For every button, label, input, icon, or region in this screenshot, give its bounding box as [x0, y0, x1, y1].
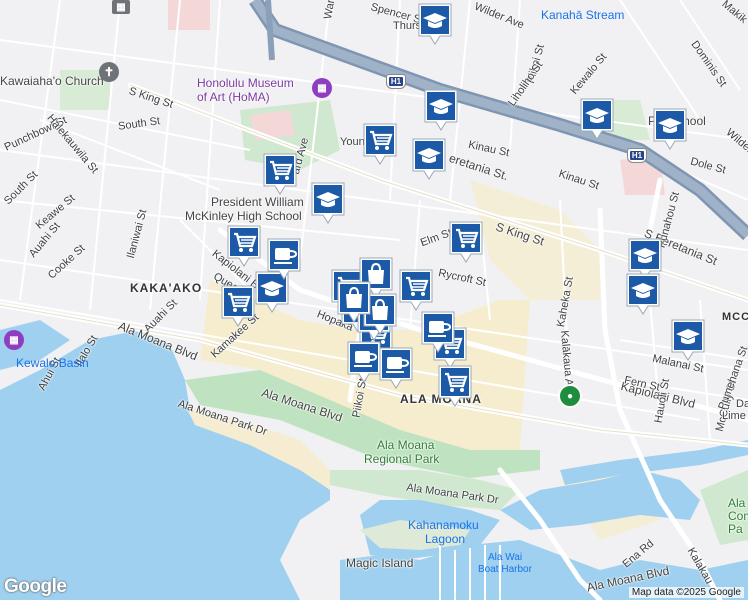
place-label-ala-wai-line1: Ala Wai — [488, 552, 523, 563]
marker-cafe[interactable] — [266, 237, 302, 281]
marker-cafe[interactable] — [346, 340, 382, 384]
marker-cart[interactable] — [226, 224, 262, 268]
bag-icon — [337, 281, 371, 323]
marker-cart[interactable] — [220, 284, 256, 328]
place-label-ala-moana-park-line1: Ala Moana — [377, 438, 435, 452]
place-label-mckinley-line1: President William — [211, 195, 304, 209]
marker-school[interactable] — [670, 318, 706, 362]
cafe-icon — [379, 347, 413, 389]
marker-cart[interactable] — [398, 268, 434, 312]
marker-school[interactable] — [579, 97, 615, 141]
school-icon — [418, 3, 452, 45]
place-label-kawaiahao-church: Kawaiaha'o Church — [0, 74, 104, 88]
marker-cart[interactable] — [448, 220, 484, 264]
highway-shield-h1-east: H1 — [627, 148, 647, 163]
marker-bag[interactable] — [336, 280, 372, 324]
school-icon — [626, 273, 660, 315]
street-label-da: Da — [736, 398, 748, 410]
cart-icon — [399, 269, 433, 311]
street-label-lime: Lime — [722, 410, 746, 422]
school-icon — [424, 89, 458, 131]
area-label-mccully: MCC - MC — [722, 311, 748, 323]
place-label-homa-line2: of Art (HoMA) — [197, 90, 270, 104]
place-label-magic-island: Magic Island — [346, 556, 414, 570]
cart-icon — [363, 123, 397, 165]
place-label-kewalo-basin: Kewalo Basin — [16, 356, 89, 370]
school-icon — [671, 319, 705, 361]
church-icon: ✝ — [99, 62, 119, 82]
school-icon — [412, 138, 446, 180]
cart-icon — [221, 285, 255, 327]
street-label-young: Youn — [340, 136, 365, 148]
cart-icon — [449, 221, 483, 263]
marker-cart[interactable] — [262, 152, 298, 196]
school-icon — [580, 98, 614, 140]
place-label-kanaha-stream: Kanahā Stream — [541, 8, 625, 22]
place-label-kahanamoku-line2: Lagoon — [425, 532, 466, 546]
marker-school[interactable] — [411, 137, 447, 181]
place-label-ala-wai-line2: Boat Harbor — [478, 564, 532, 575]
museum-icon-kewalo[interactable]: ▦ — [4, 330, 24, 350]
cafe-icon — [421, 311, 455, 353]
marker-school[interactable] — [652, 107, 688, 151]
marker-cafe[interactable] — [420, 310, 456, 354]
map-canvas[interactable]: KAKA'AKO ALA MOANA MCC - MC Ward Ave Spe… — [0, 0, 748, 600]
cafe-icon — [267, 238, 301, 280]
place-pin-icon[interactable]: ● — [558, 384, 582, 408]
marker-school[interactable] — [423, 88, 459, 132]
cart-icon — [263, 153, 297, 195]
place-label-ala-moana-comm: Ala Com Pa — [728, 496, 748, 536]
place-label-mckinley-line2: McKinley High School — [185, 209, 302, 223]
school-icon — [653, 108, 687, 150]
marker-school[interactable] — [625, 272, 661, 316]
area-label-kakaako: KAKA'AKO — [130, 281, 203, 295]
marker-cart[interactable] — [437, 364, 473, 408]
building-icon: ▦ — [112, 0, 130, 14]
cafe-icon — [347, 341, 381, 383]
highway-shield-h1: H1 — [386, 74, 406, 89]
cart-icon — [227, 225, 261, 267]
place-label-kahanamoku-line1: Kahanamoku — [408, 518, 479, 532]
marker-school[interactable] — [417, 2, 453, 46]
marker-school[interactable] — [310, 181, 346, 225]
place-label-ala-moana-park-line2: Regional Park — [364, 452, 440, 466]
museum-icon[interactable]: ▦ — [312, 78, 332, 98]
map-attribution: Map data ©2025 Google — [628, 587, 744, 598]
google-logo: Google — [4, 576, 67, 597]
marker-cafe[interactable] — [378, 346, 414, 390]
marker-cart[interactable] — [362, 122, 398, 166]
place-label-homa-line1: Honolulu Museum — [197, 76, 294, 90]
cart-icon — [438, 365, 472, 407]
school-icon — [311, 182, 345, 224]
